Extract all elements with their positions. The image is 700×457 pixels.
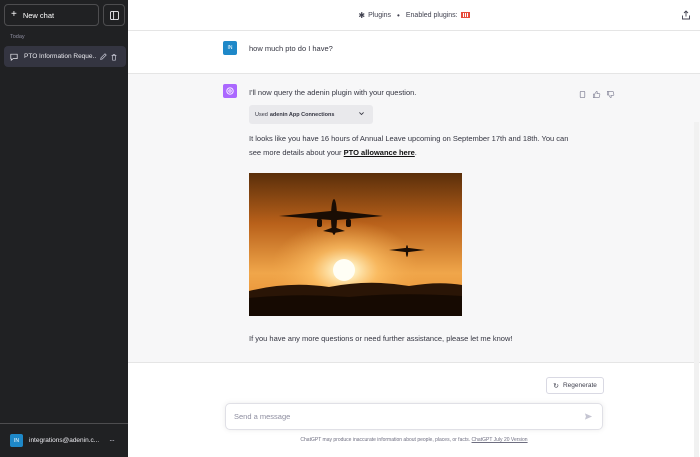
assistant-message-row: I'll now query the adenin plugin with yo… — [128, 73, 700, 363]
pencil-icon[interactable] — [99, 52, 107, 61]
openai-logo-icon — [223, 84, 237, 98]
sidebar-toggle-icon — [109, 10, 119, 20]
chat-history-label: PTO Information Reque... — [24, 53, 96, 60]
airplane-sunset-image — [249, 173, 462, 316]
separator-dot: • — [397, 10, 400, 20]
assistant-intro-text: I'll now query the adenin plugin with yo… — [249, 88, 417, 97]
user-message-avatar: IN — [223, 41, 237, 55]
plugins-label: Plugins — [368, 11, 392, 19]
user-message-text: how much pto do I have? — [249, 44, 333, 53]
regenerate-label: Regenerate — [562, 382, 597, 389]
enabled-plugins-label: Enabled plugins: — [405, 11, 458, 19]
message-actions — [578, 86, 615, 99]
thumbs-up-icon[interactable] — [592, 86, 601, 99]
thumbs-down-icon[interactable] — [606, 86, 615, 99]
new-chat-button[interactable]: + New chat — [4, 4, 99, 26]
send-icon[interactable] — [584, 412, 593, 421]
scrollbar[interactable] — [694, 122, 699, 457]
chat-history-item[interactable]: PTO Information Reque... — [4, 46, 126, 67]
pto-allowance-link[interactable]: PTO allowance here — [344, 148, 415, 157]
assistant-answer-text: It looks like you have 16 hours of Annua… — [249, 132, 579, 160]
plugin-used-prefix: Used — [255, 111, 268, 118]
sidebar: + New chat Today PTO Information Reque..… — [0, 0, 128, 457]
copy-icon[interactable] — [578, 86, 587, 99]
chevron-down-icon — [359, 112, 364, 116]
puzzle-icon: ✱ — [358, 10, 366, 20]
trash-icon[interactable] — [110, 53, 118, 61]
chat-bubble-icon — [10, 53, 18, 61]
assistant-answer-end: . — [414, 148, 417, 157]
message-composer — [225, 403, 603, 430]
share-icon[interactable] — [681, 10, 691, 20]
main-panel: ✱ Plugins • Enabled plugins: IN how much… — [128, 0, 700, 457]
version-link[interactable]: ChatGPT July 20 Version — [472, 437, 528, 443]
plugin-used-name: adenin App Connections — [269, 111, 335, 118]
topbar: ✱ Plugins • Enabled plugins: — [128, 0, 700, 31]
user-email: integrations@adenin.c... — [29, 437, 100, 444]
new-chat-label: New chat — [22, 10, 55, 20]
message-input[interactable] — [226, 404, 566, 429]
enabled-plugin-icon — [460, 12, 470, 18]
refresh-icon: ↻ — [553, 382, 559, 390]
disclaimer-text: ChatGPT may produce inaccurate informati… — [300, 437, 471, 443]
section-label-today: Today — [10, 34, 25, 40]
regenerate-button[interactable]: ↻ Regenerate — [546, 377, 604, 394]
more-options-icon[interactable]: ··· — [109, 436, 115, 445]
user-avatar: IN — [10, 434, 23, 447]
plugin-used-dropdown[interactable]: Used adenin App Connections — [249, 105, 373, 124]
account-menu[interactable]: IN integrations@adenin.c... ··· — [0, 423, 128, 457]
plus-icon: + — [11, 9, 17, 20]
assistant-followup-text: If you have any more questions or need f… — [249, 334, 513, 343]
toggle-sidebar-button[interactable] — [103, 4, 125, 26]
disclaimer: ChatGPT may produce inaccurate informati… — [128, 437, 700, 443]
user-message-row: IN how much pto do I have? — [128, 31, 700, 73]
